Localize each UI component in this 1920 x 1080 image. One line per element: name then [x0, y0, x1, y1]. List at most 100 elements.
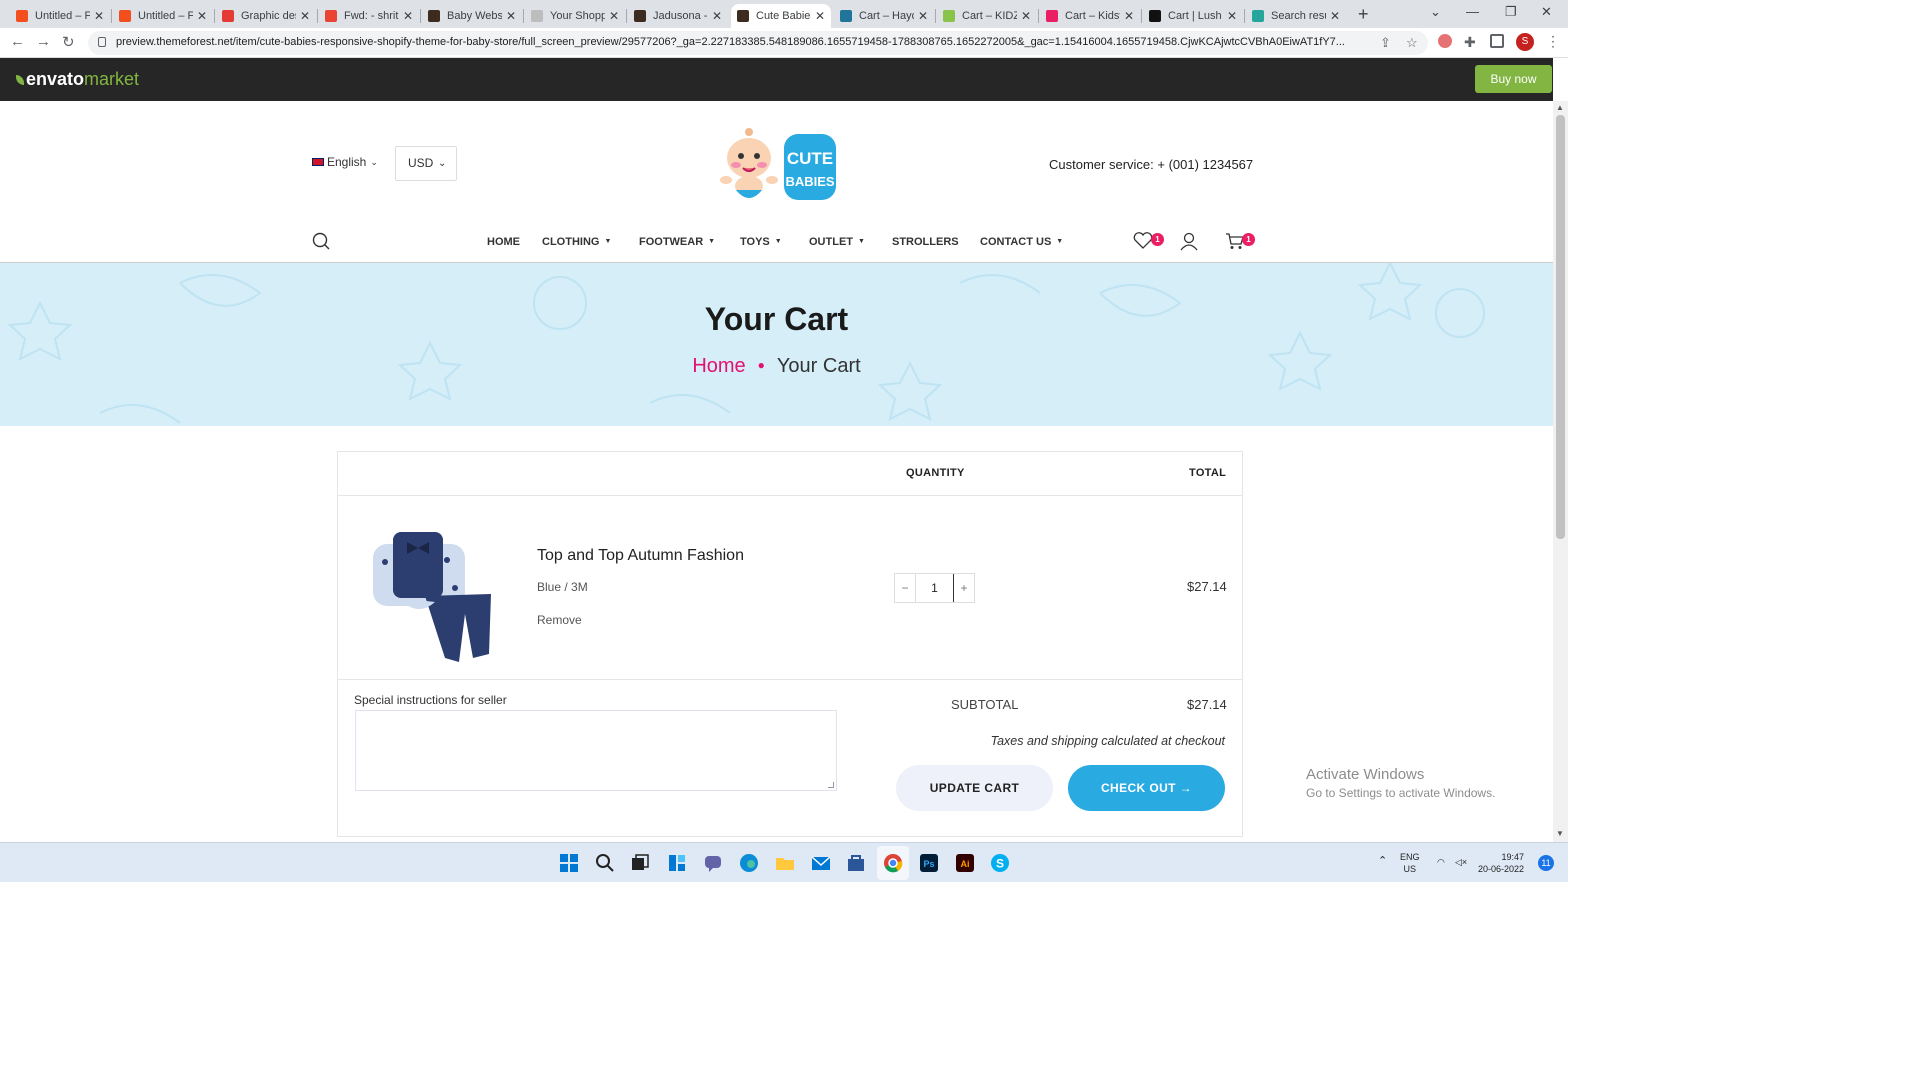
menu-item-outlet[interactable]: OUTLET ▼ — [809, 236, 865, 248]
wifi-icon[interactable]: ◠ — [1437, 856, 1445, 868]
product-title-link[interactable]: Top and Top Autumn Fashion — [537, 547, 744, 565]
taskbar-search-icon[interactable] — [595, 853, 615, 873]
search-icon[interactable] — [312, 232, 330, 250]
tab-close-icon[interactable]: ✕ — [403, 9, 413, 23]
tab-close-icon[interactable]: ✕ — [609, 9, 619, 23]
tab-close-icon[interactable]: ✕ — [712, 9, 722, 23]
widgets-icon[interactable] — [667, 853, 687, 873]
scroll-down-icon[interactable]: ▼ — [1556, 829, 1564, 838]
update-cart-button[interactable]: UPDATE CART — [896, 765, 1053, 811]
store-icon[interactable] — [846, 853, 866, 873]
browser-tab[interactable]: Cart | Lush ✕ — [1143, 4, 1243, 28]
browser-tab[interactable]: Cart – KIDZ ✕ — [937, 4, 1037, 28]
browser-menu-icon[interactable]: ⋮ — [1546, 33, 1560, 50]
clock[interactable]: 19:47 20-06-2022 — [1478, 851, 1524, 875]
remove-item-link[interactable]: Remove — [537, 613, 582, 627]
browser-tab[interactable]: Cart – Kidsy ✕ — [1040, 4, 1140, 28]
tab-close-icon[interactable]: ✕ — [1124, 9, 1134, 23]
browser-tab[interactable]: Search resu ✕ — [1246, 4, 1346, 28]
decrease-quantity-button[interactable]: − — [895, 581, 915, 595]
browser-tab[interactable]: Cart – Hayd ✕ — [834, 4, 934, 28]
browser-tab[interactable]: Cute Babies ✕ — [731, 4, 831, 28]
special-instructions-textarea[interactable] — [355, 710, 837, 791]
url-text[interactable]: preview.themeforest.net/item/cute-babies… — [116, 36, 1356, 48]
menu-item-contact[interactable]: CONTACT US ▼ — [980, 236, 1063, 248]
close-window-icon[interactable]: ✕ — [1541, 4, 1552, 20]
browser-tab[interactable]: Untitled – F ✕ — [113, 4, 213, 28]
browser-tab[interactable]: Your Shopp ✕ — [525, 4, 625, 28]
side-panel-icon[interactable] — [1490, 34, 1504, 48]
restore-icon[interactable]: ❐ — [1505, 4, 1517, 20]
teams-chat-icon[interactable] — [703, 853, 723, 873]
tab-separator — [935, 9, 936, 23]
tab-close-icon[interactable]: ✕ — [1330, 9, 1340, 23]
forward-icon[interactable]: → — [36, 33, 51, 50]
quantity-input[interactable]: 1 — [915, 574, 954, 602]
account-user-icon[interactable] — [1180, 232, 1198, 251]
address-bar[interactable]: preview.themeforest.net/item/cute-babies… — [88, 31, 1428, 55]
breadcrumb-home-link[interactable]: Home — [692, 355, 745, 377]
increase-quantity-button[interactable]: + — [954, 581, 974, 595]
windows-start-icon[interactable] — [559, 853, 579, 873]
task-view-icon[interactable] — [630, 853, 650, 873]
browser-tab[interactable]: Untitled – F ✕ — [10, 4, 110, 28]
tab-search-icon[interactable]: ⌄ — [1430, 4, 1441, 20]
wishlist-heart-icon[interactable] — [1133, 232, 1153, 250]
store-logo[interactable]: CUTE BABIES — [716, 124, 838, 206]
puzzle-extensions-icon[interactable]: ✚ — [1464, 34, 1478, 50]
chrome-icon[interactable] — [883, 853, 903, 873]
browser-tab[interactable]: Jadusona - ✕ — [628, 4, 728, 28]
tab-favicon-icon — [1252, 10, 1264, 22]
photoshop-icon[interactable]: Ps — [919, 853, 939, 873]
menu-item-footwear[interactable]: FOOTWEAR ▼ — [639, 236, 715, 248]
tab-close-icon[interactable]: ✕ — [918, 9, 928, 23]
minimize-icon[interactable]: — — [1466, 4, 1479, 19]
buy-now-button[interactable]: Buy now — [1475, 65, 1552, 93]
edge-browser-icon[interactable] — [739, 853, 759, 873]
skype-icon[interactable]: S — [990, 853, 1010, 873]
illustrator-icon[interactable]: Ai — [955, 853, 975, 873]
browser-tab[interactable]: Baby Websi ✕ — [422, 4, 522, 28]
tab-close-icon[interactable]: ✕ — [197, 9, 207, 23]
tab-close-icon[interactable]: ✕ — [506, 9, 516, 23]
page-scrollbar[interactable]: ▲ ▼ — [1553, 101, 1568, 842]
scroll-up-icon[interactable]: ▲ — [1556, 103, 1564, 112]
menu-label: CLOTHING — [542, 236, 600, 248]
caret-down-icon: ▼ — [1056, 238, 1064, 245]
mail-icon[interactable] — [811, 853, 831, 873]
notification-badge[interactable]: 11 — [1538, 855, 1554, 871]
extension-icon[interactable] — [1438, 34, 1452, 48]
watermark-subtitle: Go to Settings to activate Windows. — [1306, 786, 1496, 800]
envato-logo[interactable]: envatomarket — [16, 69, 139, 90]
tab-close-icon[interactable]: ✕ — [1021, 9, 1031, 23]
language-indicator[interactable]: ENG US — [1400, 851, 1420, 875]
tab-close-icon[interactable]: ✕ — [94, 9, 104, 23]
tab-close-icon[interactable]: ✕ — [1227, 9, 1237, 23]
bookmark-star-icon[interactable]: ☆ — [1406, 35, 1418, 51]
speaker-muted-icon[interactable]: ◁× — [1455, 856, 1467, 868]
resize-grip-icon[interactable] — [828, 782, 834, 788]
share-icon[interactable]: ⇪ — [1380, 35, 1391, 51]
menu-label: CONTACT US — [980, 236, 1052, 248]
profile-avatar[interactable]: S — [1516, 33, 1534, 51]
menu-item-strollers[interactable]: STROLLERS — [892, 236, 959, 248]
language-selector[interactable]: English ⌄ — [312, 155, 378, 169]
caret-down-icon: ▼ — [858, 238, 865, 245]
currency-selector[interactable]: USD ⌄ — [395, 146, 457, 181]
menu-item-clothing[interactable]: CLOTHING ▼ — [542, 236, 611, 248]
tray-chevron-up-icon[interactable]: ⌃ — [1378, 855, 1387, 867]
tab-close-icon[interactable]: ✕ — [300, 9, 310, 23]
tab-close-icon[interactable]: ✕ — [815, 9, 825, 23]
checkout-button[interactable]: CHECK OUT → — [1068, 765, 1225, 811]
menu-item-toys[interactable]: TOYS ▼ — [740, 236, 782, 248]
back-icon[interactable]: ← — [10, 33, 25, 50]
new-tab-button[interactable]: + — [1358, 4, 1369, 25]
scroll-thumb[interactable] — [1556, 115, 1565, 539]
envato-logo-main: envato — [26, 69, 85, 89]
reload-icon[interactable]: ↻ — [62, 33, 75, 51]
browser-tab[interactable]: Graphic des ✕ — [216, 4, 316, 28]
browser-tab[interactable]: Fwd: - shrit ✕ — [319, 4, 419, 28]
file-explorer-icon[interactable] — [775, 853, 795, 873]
menu-item-home[interactable]: HOME — [487, 236, 520, 248]
product-image[interactable] — [365, 518, 501, 664]
